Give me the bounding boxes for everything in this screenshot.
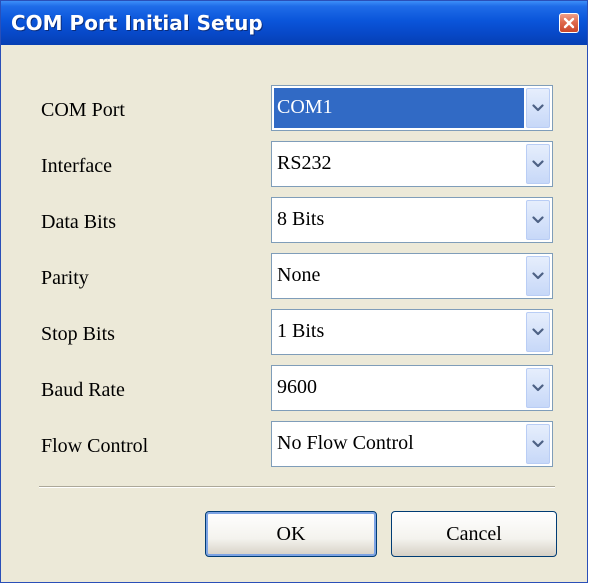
baud-rate-dropdown-button[interactable] — [526, 368, 550, 408]
dialog-body: COM Port COM1 Interface RS232 Data Bits … — [1, 45, 587, 582]
flow-control-select[interactable]: No Flow Control — [271, 421, 553, 467]
close-button[interactable] — [559, 13, 579, 33]
close-icon — [563, 17, 575, 29]
baud-rate-value: 9600 — [277, 376, 317, 398]
chevron-down-icon — [532, 216, 544, 224]
com-port-label: COM Port — [41, 99, 125, 121]
interface-dropdown-button[interactable] — [526, 144, 550, 184]
field-row-flow-control: Flow Control No Flow Control — [1, 421, 587, 471]
parity-dropdown-button[interactable] — [526, 256, 550, 296]
chevron-down-icon — [532, 160, 544, 168]
interface-label: Interface — [41, 155, 113, 177]
stop-bits-label: Stop Bits — [41, 323, 115, 345]
stop-bits-value: 1 Bits — [277, 320, 325, 342]
data-bits-label: Data Bits — [41, 211, 116, 233]
com-port-select[interactable]: COM1 — [271, 85, 553, 131]
flow-control-dropdown-button[interactable] — [526, 424, 550, 464]
flow-control-label: Flow Control — [41, 435, 149, 457]
ok-button[interactable]: OK — [205, 511, 377, 557]
baud-rate-select[interactable]: 9600 — [271, 365, 553, 411]
stop-bits-select[interactable]: 1 Bits — [271, 309, 553, 355]
field-row-parity: Parity None — [1, 253, 587, 303]
parity-value: None — [277, 264, 321, 286]
interface-value: RS232 — [277, 152, 332, 174]
window-title: COM Port Initial Setup — [11, 11, 263, 35]
chevron-down-icon — [532, 440, 544, 448]
chevron-down-icon — [532, 272, 544, 280]
data-bits-value: 8 Bits — [277, 208, 325, 230]
com-port-value: COM1 — [274, 88, 524, 128]
parity-label: Parity — [41, 267, 89, 289]
parity-select[interactable]: None — [271, 253, 553, 299]
chevron-down-icon — [532, 328, 544, 336]
com-port-setup-dialog: COM Port Initial Setup COM Port COM1 Int… — [0, 0, 588, 583]
data-bits-dropdown-button[interactable] — [526, 200, 550, 240]
baud-rate-label: Baud Rate — [41, 379, 125, 401]
flow-control-value: No Flow Control — [277, 432, 414, 454]
field-row-com-port: COM Port COM1 — [1, 85, 587, 135]
field-row-baud-rate: Baud Rate 9600 — [1, 365, 587, 415]
field-row-interface: Interface RS232 — [1, 141, 587, 191]
data-bits-select[interactable]: 8 Bits — [271, 197, 553, 243]
separator-line — [39, 486, 555, 488]
stop-bits-dropdown-button[interactable] — [526, 312, 550, 352]
chevron-down-icon — [532, 104, 544, 112]
title-bar[interactable]: COM Port Initial Setup — [1, 1, 587, 45]
chevron-down-icon — [532, 384, 544, 392]
cancel-button[interactable]: Cancel — [391, 511, 557, 557]
field-row-data-bits: Data Bits 8 Bits — [1, 197, 587, 247]
interface-select[interactable]: RS232 — [271, 141, 553, 187]
field-row-stop-bits: Stop Bits 1 Bits — [1, 309, 587, 359]
com-port-dropdown-button[interactable] — [526, 88, 550, 128]
